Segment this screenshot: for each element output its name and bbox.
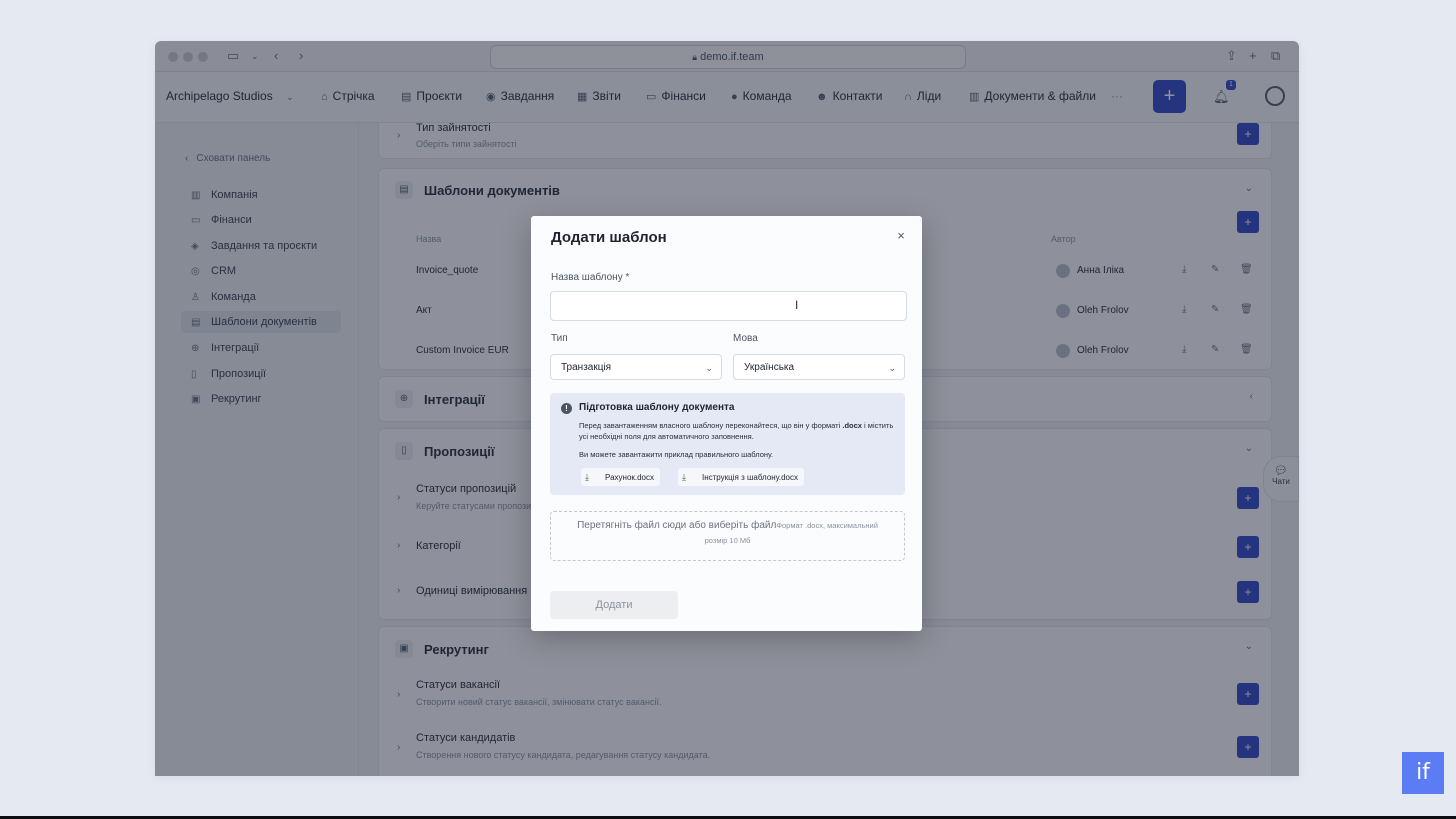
download-instruction-label: Інструкція з шаблону.docx [702, 473, 799, 482]
type-label: Тип [551, 333, 568, 344]
info-text-format-ext: .docx [842, 421, 862, 430]
download-invoice-label: Рахунок.docx [605, 473, 655, 482]
browser-window: ▭ ⌄ ‹ › 🔒︎ demo.if.team ⇪ + ⧉ Archipelag… [155, 41, 1299, 776]
text-cursor-icon: I [795, 298, 799, 312]
language-label: Мова [733, 333, 758, 344]
add-template-modal: Додати шаблон × Назва шаблону * I Тип Тр… [531, 216, 922, 631]
modal-title: Додати шаблон [551, 229, 667, 246]
info-text-part: Перед завантаженням власного шаблону пер… [579, 421, 843, 430]
template-name-input[interactable]: I [550, 291, 907, 321]
language-select[interactable]: Українська ⌄ [733, 354, 905, 380]
type-value: Транзакція [561, 362, 612, 373]
info-text-format: Перед завантаженням власного шаблону пер… [579, 420, 899, 442]
close-icon[interactable]: × [894, 229, 908, 243]
download-icon: ⤓ [682, 472, 686, 482]
info-icon: ! [561, 403, 572, 414]
file-dropzone[interactable]: Перетягніть файл сюди або виберіть файлФ… [550, 511, 905, 561]
template-name-label: Назва шаблону * [551, 272, 630, 283]
dropzone-size: розмір 10 Мб [704, 536, 751, 545]
type-select[interactable]: Транзакція ⌄ [550, 354, 722, 380]
dropzone-main-text: Перетягніть файл сюди або виберіть файл [577, 520, 777, 531]
language-value: Українська [744, 362, 795, 373]
info-text-sample: Ви можете завантажити приклад правильног… [579, 450, 774, 459]
dropzone-text: Перетягніть файл сюди або виберіть файлФ… [551, 520, 904, 531]
template-info-box: ! Підготовка шаблону документа Перед зав… [550, 393, 905, 495]
if-logo: if [1402, 752, 1444, 794]
download-instruction-button[interactable]: ⤓ Інструкція з шаблону.docx [678, 468, 805, 486]
info-title: Підготовка шаблону документа [579, 402, 735, 413]
add-submit-button[interactable]: Додати [550, 591, 678, 619]
download-icon: ⤓ [585, 472, 589, 482]
chevron-down-icon: ⌄ [888, 363, 896, 373]
download-invoice-sample-button[interactable]: ⤓ Рахунок.docx [581, 468, 661, 486]
chevron-down-icon: ⌄ [705, 363, 713, 373]
dropzone-hint: Формат .docx, максимальний [776, 521, 878, 530]
